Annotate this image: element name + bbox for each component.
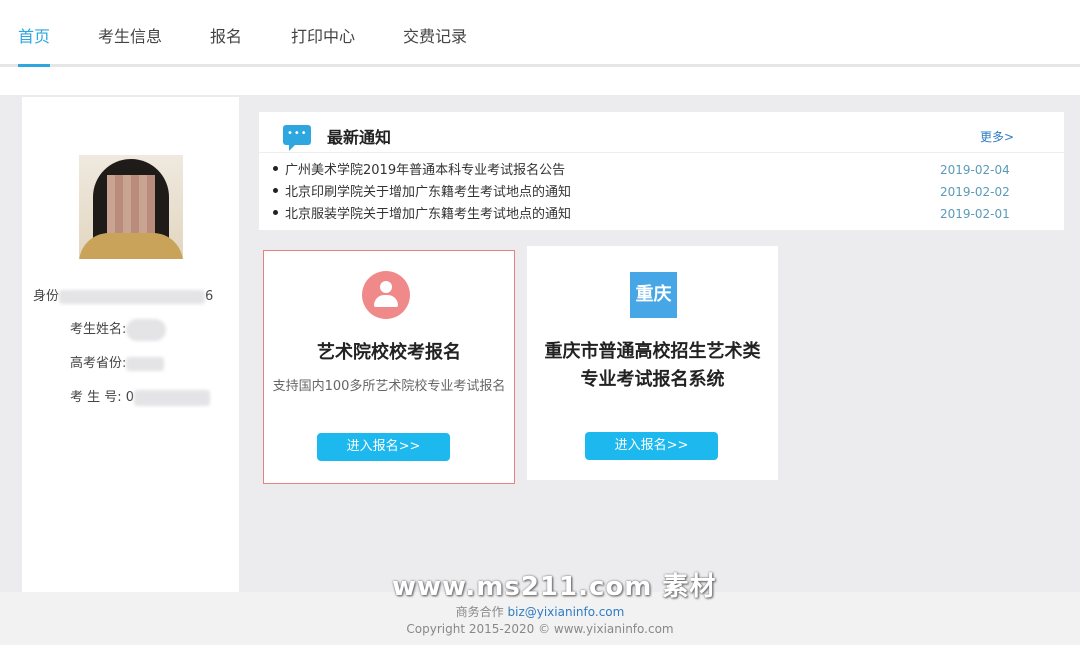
- notice-link[interactable]: 广州美术学院2019年普通本科专业考试报名公告: [285, 159, 565, 178]
- id-number-row: 身份 6: [33, 285, 213, 304]
- copyright-text: Copyright 2015-2020 © www.yixianinfo.com: [406, 622, 674, 636]
- nav-tab-register[interactable]: 报名: [210, 0, 242, 64]
- notice-item: 北京服装学院关于增加广东籍考生考试地点的通知 2019-02-01: [273, 201, 1053, 223]
- profile-panel: 身份 6 考生姓名: 高考省份: 考 生 号: 0: [22, 97, 239, 592]
- watermark: www.ms211.com 素材: [392, 572, 717, 602]
- business-contact: 商务合作 biz@yixianinfo.com: [0, 603, 1080, 620]
- card-title: 艺术院校校考报名: [317, 342, 461, 363]
- notice-link[interactable]: 北京服装学院关于增加广东籍考生考试地点的通知: [285, 203, 571, 222]
- enter-registration-button[interactable]: 进入报名>>: [585, 432, 718, 460]
- card-title-line1: 重庆市普通高校招生艺术类: [544, 341, 761, 362]
- more-link[interactable]: 更多>: [980, 128, 1014, 145]
- id-number-tail: 6: [205, 289, 214, 304]
- nav-tab-print-center[interactable]: 打印中心: [291, 0, 355, 64]
- student-name-row: 考生姓名:: [70, 318, 167, 341]
- art-school-registration-card[interactable]: 艺术院校校考报名 支持国内100多所艺术院校专业考试报名 进入报名>>: [263, 250, 515, 484]
- nav-tab-payment-records[interactable]: 交费记录: [403, 0, 467, 64]
- notice-item: 广州美术学院2019年普通本科专业考试报名公告 2019-02-04: [273, 157, 1053, 179]
- person-icon: [362, 271, 410, 319]
- nav-spacer: [0, 67, 1080, 95]
- bullet-icon: [273, 210, 278, 215]
- notice-date: 2019-02-02: [940, 185, 1010, 199]
- latest-notices-panel: ••• 最新通知 更多> 广州美术学院2019年普通本科专业考试报名公告 201…: [259, 112, 1064, 230]
- nav-tab-student-info[interactable]: 考生信息: [98, 0, 162, 64]
- business-email-link[interactable]: biz@yixianinfo.com: [508, 605, 625, 619]
- notice-item: 北京印刷学院关于增加广东籍考生考试地点的通知 2019-02-02: [273, 179, 1053, 201]
- province-row: 高考省份:: [70, 352, 165, 371]
- notice-header: ••• 最新通知 更多>: [259, 112, 1064, 153]
- enter-registration-button[interactable]: 进入报名>>: [317, 433, 450, 461]
- id-number-label: 身份: [33, 289, 60, 304]
- card-description: 支持国内100多所艺术院校专业考试报名: [272, 379, 506, 394]
- student-name-label: 考生姓名:: [70, 322, 127, 337]
- exam-number-prefix: 0: [125, 390, 135, 405]
- nav-tab-home[interactable]: 首页: [18, 0, 51, 67]
- notice-title: 最新通知: [327, 128, 392, 147]
- bullet-icon: [273, 166, 278, 171]
- notice-date: 2019-02-04: [940, 163, 1010, 177]
- bullet-icon: [273, 188, 278, 193]
- message-icon: •••: [283, 125, 311, 151]
- province-label: 高考省份:: [70, 356, 127, 371]
- card-title-line2: 专业考试报名系统: [580, 369, 725, 390]
- notice-link[interactable]: 北京印刷学院关于增加广东籍考生考试地点的通知: [285, 181, 571, 200]
- chongqing-badge-icon: 重庆: [630, 272, 677, 318]
- exam-number-label: 考 生 号:: [70, 390, 122, 405]
- notice-date: 2019-02-01: [940, 207, 1010, 221]
- exam-number-row: 考 生 号: 0: [70, 386, 211, 406]
- avatar: [79, 155, 183, 259]
- business-label: 商务合作: [455, 605, 504, 619]
- chongqing-registration-card[interactable]: 重庆 重庆市普通高校招生艺术类 专业考试报名系统 进入报名>>: [527, 246, 778, 480]
- top-nav: 首页 考生信息 报名 打印中心 交费记录: [0, 0, 1080, 67]
